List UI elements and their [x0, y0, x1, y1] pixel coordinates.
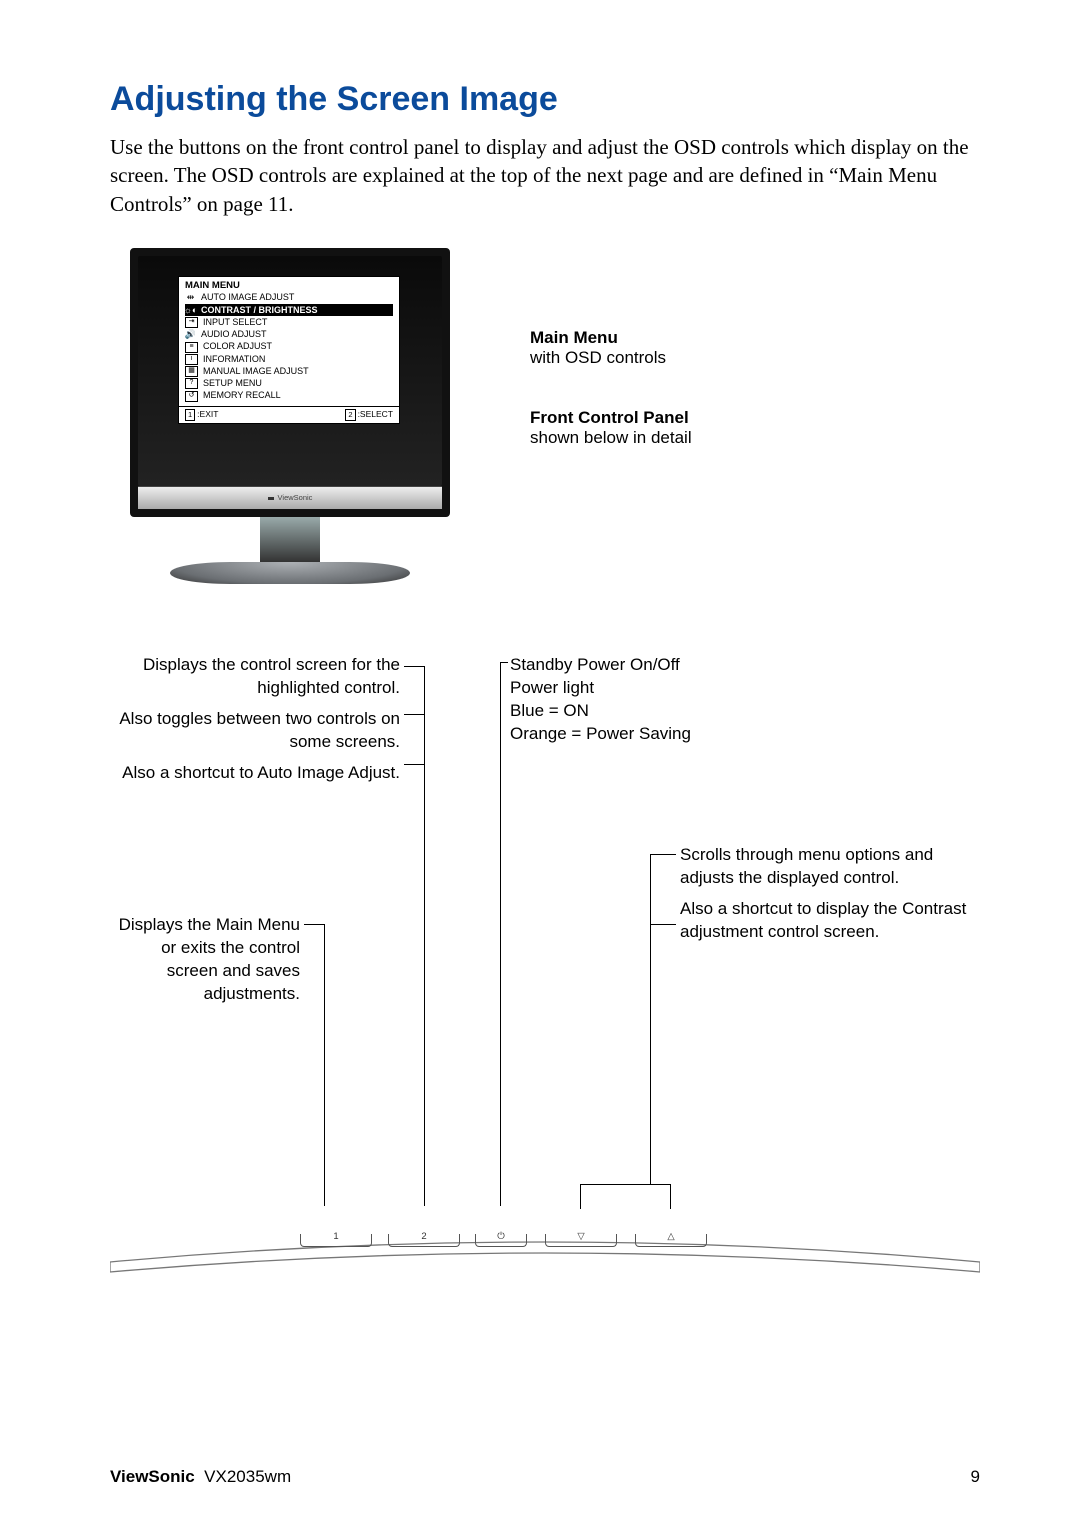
osd-item: COLOR ADJUST	[203, 341, 272, 352]
osd-item: CONTRAST / BRIGHTNESS	[201, 305, 318, 316]
monitor-neck	[260, 517, 320, 562]
osd-item: MEMORY RECALL	[203, 390, 281, 401]
down-icon: ▽	[546, 1232, 616, 1242]
panel-button-power[interactable]: ⏻	[475, 1234, 527, 1247]
monitor-base	[170, 562, 410, 584]
information-icon: i	[185, 354, 198, 365]
panel-button-up[interactable]: △	[635, 1234, 707, 1247]
osd-item: MANUAL IMAGE ADJUST	[203, 366, 309, 377]
caption-front-panel-sub: shown below in detail	[530, 428, 692, 448]
monitor-illustration: MAIN MENU ⇹ AUTO IMAGE ADJUST ☼◐ CONTRAST …	[130, 248, 450, 584]
osd-item: SETUP MENU	[203, 378, 262, 389]
button-2-label: 2	[389, 1232, 459, 1242]
footer-brand: ViewSonic VX2035wm	[110, 1467, 291, 1487]
input-select-icon: ⇥	[185, 317, 198, 328]
panel-button-down[interactable]: ▽	[545, 1234, 617, 1247]
callout-button-1: Displays the Main Menu or exits the cont…	[110, 914, 300, 1006]
panel-button-1[interactable]: 1	[300, 1234, 372, 1247]
osd-item: INPUT SELECT	[203, 317, 267, 328]
callout-button-2: Displays the control screen for the high…	[110, 654, 400, 785]
auto-adjust-icon: ⇹	[185, 294, 196, 303]
caption-main-menu-title: Main Menu	[530, 328, 692, 348]
monitor-chin: ViewSonic	[138, 486, 442, 509]
osd-item: AUDIO ADJUST	[201, 329, 267, 340]
button-1-label: 1	[301, 1232, 371, 1242]
power-icon: ⏻	[476, 1232, 526, 1242]
front-control-bar: 1 2 ⏻ ▽ △	[110, 1214, 980, 1274]
caption-front-panel-title: Front Control Panel	[530, 408, 692, 428]
intro-paragraph: Use the buttons on the front control pan…	[110, 133, 980, 218]
callout-power: Standby Power On/Off Power light Blue = …	[510, 654, 810, 746]
osd-exit-label: :EXIT	[197, 409, 218, 419]
color-adjust-icon: ≡	[185, 342, 198, 353]
osd-select-label: :SELECT	[358, 409, 393, 419]
osd-exit-key: 1	[185, 409, 195, 420]
page-title: Adjusting the Screen Image	[110, 80, 980, 119]
brightness-icon: ☼◐	[185, 306, 196, 315]
setup-menu-icon: ?	[185, 378, 198, 389]
osd-item: AUTO IMAGE ADJUST	[201, 292, 294, 303]
callout-arrows: Scrolls through menu options and adjusts…	[680, 844, 980, 944]
footer-page-number: 9	[971, 1467, 980, 1487]
caption-main-menu-sub: with OSD controls	[530, 348, 692, 368]
up-icon: △	[636, 1232, 706, 1242]
manual-adjust-icon: ▦	[185, 366, 198, 377]
osd-item: INFORMATION	[203, 354, 265, 365]
panel-button-2[interactable]: 2	[388, 1234, 460, 1247]
audio-icon: 🔊	[185, 330, 196, 339]
osd-title: MAIN MENU	[179, 277, 399, 292]
osd-select-key: 2	[345, 409, 355, 420]
osd-window: MAIN MENU ⇹ AUTO IMAGE ADJUST ☼◐ CONTRAST …	[178, 276, 400, 424]
memory-recall-icon: ↺	[185, 391, 198, 402]
